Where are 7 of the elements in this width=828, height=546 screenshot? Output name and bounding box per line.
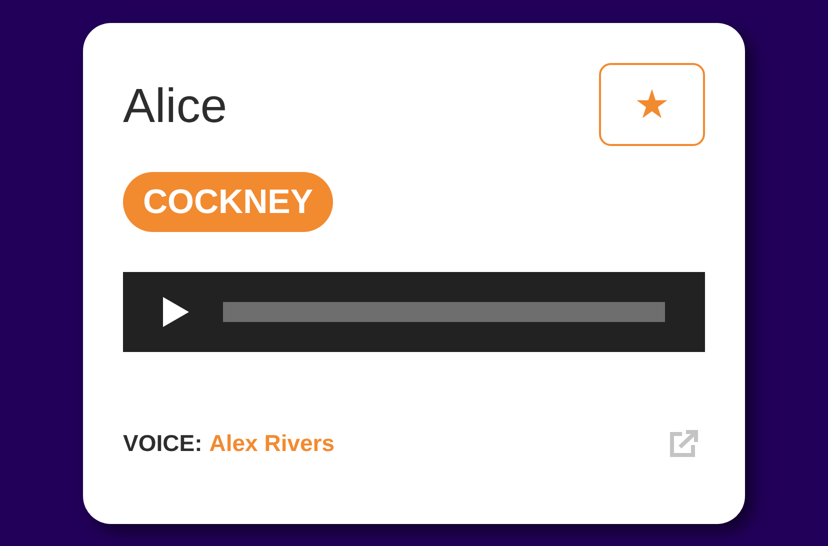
play-icon[interactable] bbox=[163, 297, 189, 327]
character-name: Alice bbox=[123, 83, 228, 131]
favorite-button[interactable]: ★ bbox=[599, 63, 705, 146]
external-link-icon[interactable] bbox=[670, 429, 699, 458]
voice-actor-link[interactable]: Alex Rivers bbox=[209, 426, 335, 460]
accent-badge: COCKNEY bbox=[123, 172, 334, 232]
voice-label: VOICE: bbox=[123, 429, 202, 458]
